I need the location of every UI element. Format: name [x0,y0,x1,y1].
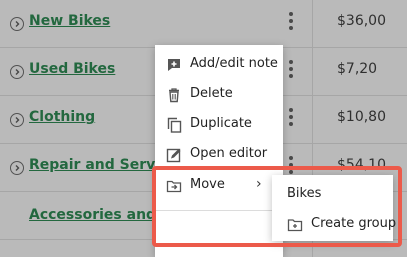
note-add-icon [166,57,182,73]
highlight-box [152,166,402,247]
trash-icon [166,87,182,103]
menu-item-duplicate[interactable]: Duplicate [155,110,283,140]
menu-item-delete[interactable]: Delete [155,80,283,110]
edit-icon [166,147,182,163]
duplicate-icon [166,117,182,133]
menu-item-add-edit-note[interactable]: Add/edit note [155,50,283,80]
